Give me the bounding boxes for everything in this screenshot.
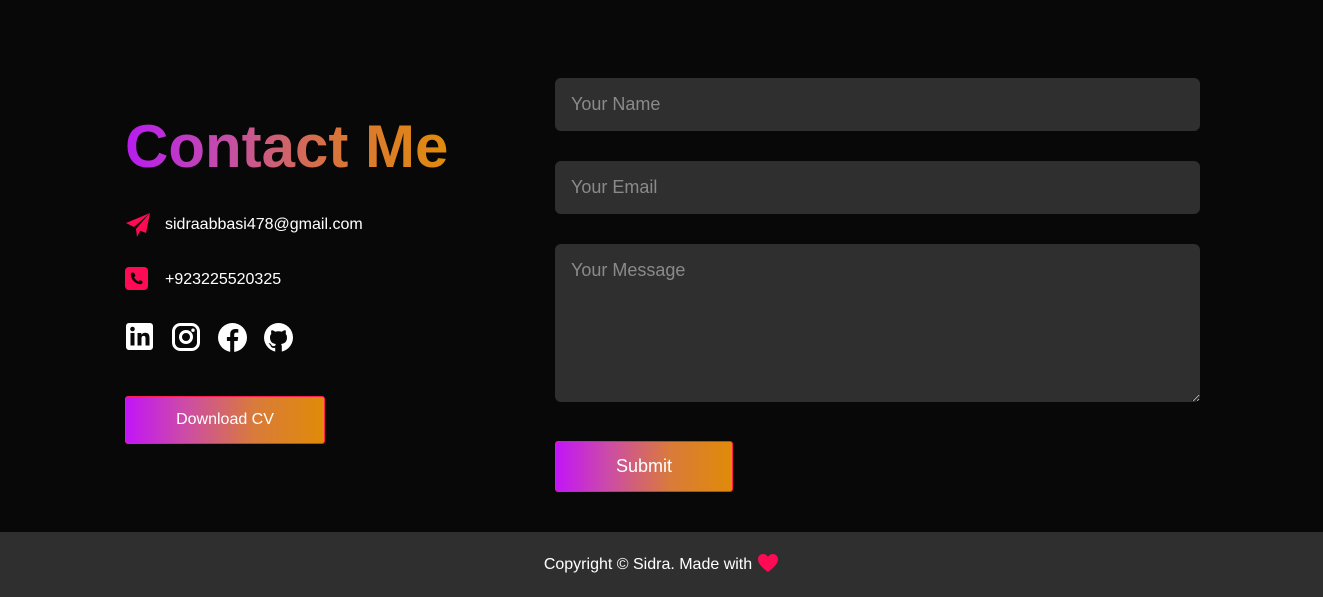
contact-section: Contact Me sidraabbasi478@gmail.com +923…: [0, 0, 1323, 532]
copyright-text: Copyright © Sidra. Made with: [543, 555, 753, 573]
paper-plane-icon: [125, 212, 151, 238]
page-title: Contact Me: [125, 113, 449, 180]
facebook-icon[interactable]: [217, 322, 248, 353]
submit-button[interactable]: Submit: [555, 441, 733, 492]
download-cv-button[interactable]: Download CV: [125, 396, 325, 444]
email-text[interactable]: sidraabbasi478@gmail.com: [165, 216, 363, 234]
footer: Copyright © Sidra. Made with: [0, 532, 1323, 597]
social-links: [125, 322, 309, 353]
phone-text[interactable]: +923225520325: [165, 271, 281, 289]
phone-square-icon: [125, 267, 151, 293]
heart-icon: [757, 553, 779, 573]
email-input[interactable]: [555, 161, 1200, 214]
github-icon[interactable]: [263, 322, 294, 353]
message-textarea[interactable]: [555, 244, 1200, 402]
instagram-icon[interactable]: [171, 322, 202, 353]
linkedin-icon[interactable]: [125, 322, 156, 353]
email-row: sidraabbasi478@gmail.com: [125, 210, 363, 240]
phone-row: +923225520325: [125, 265, 281, 295]
name-input[interactable]: [555, 78, 1200, 131]
